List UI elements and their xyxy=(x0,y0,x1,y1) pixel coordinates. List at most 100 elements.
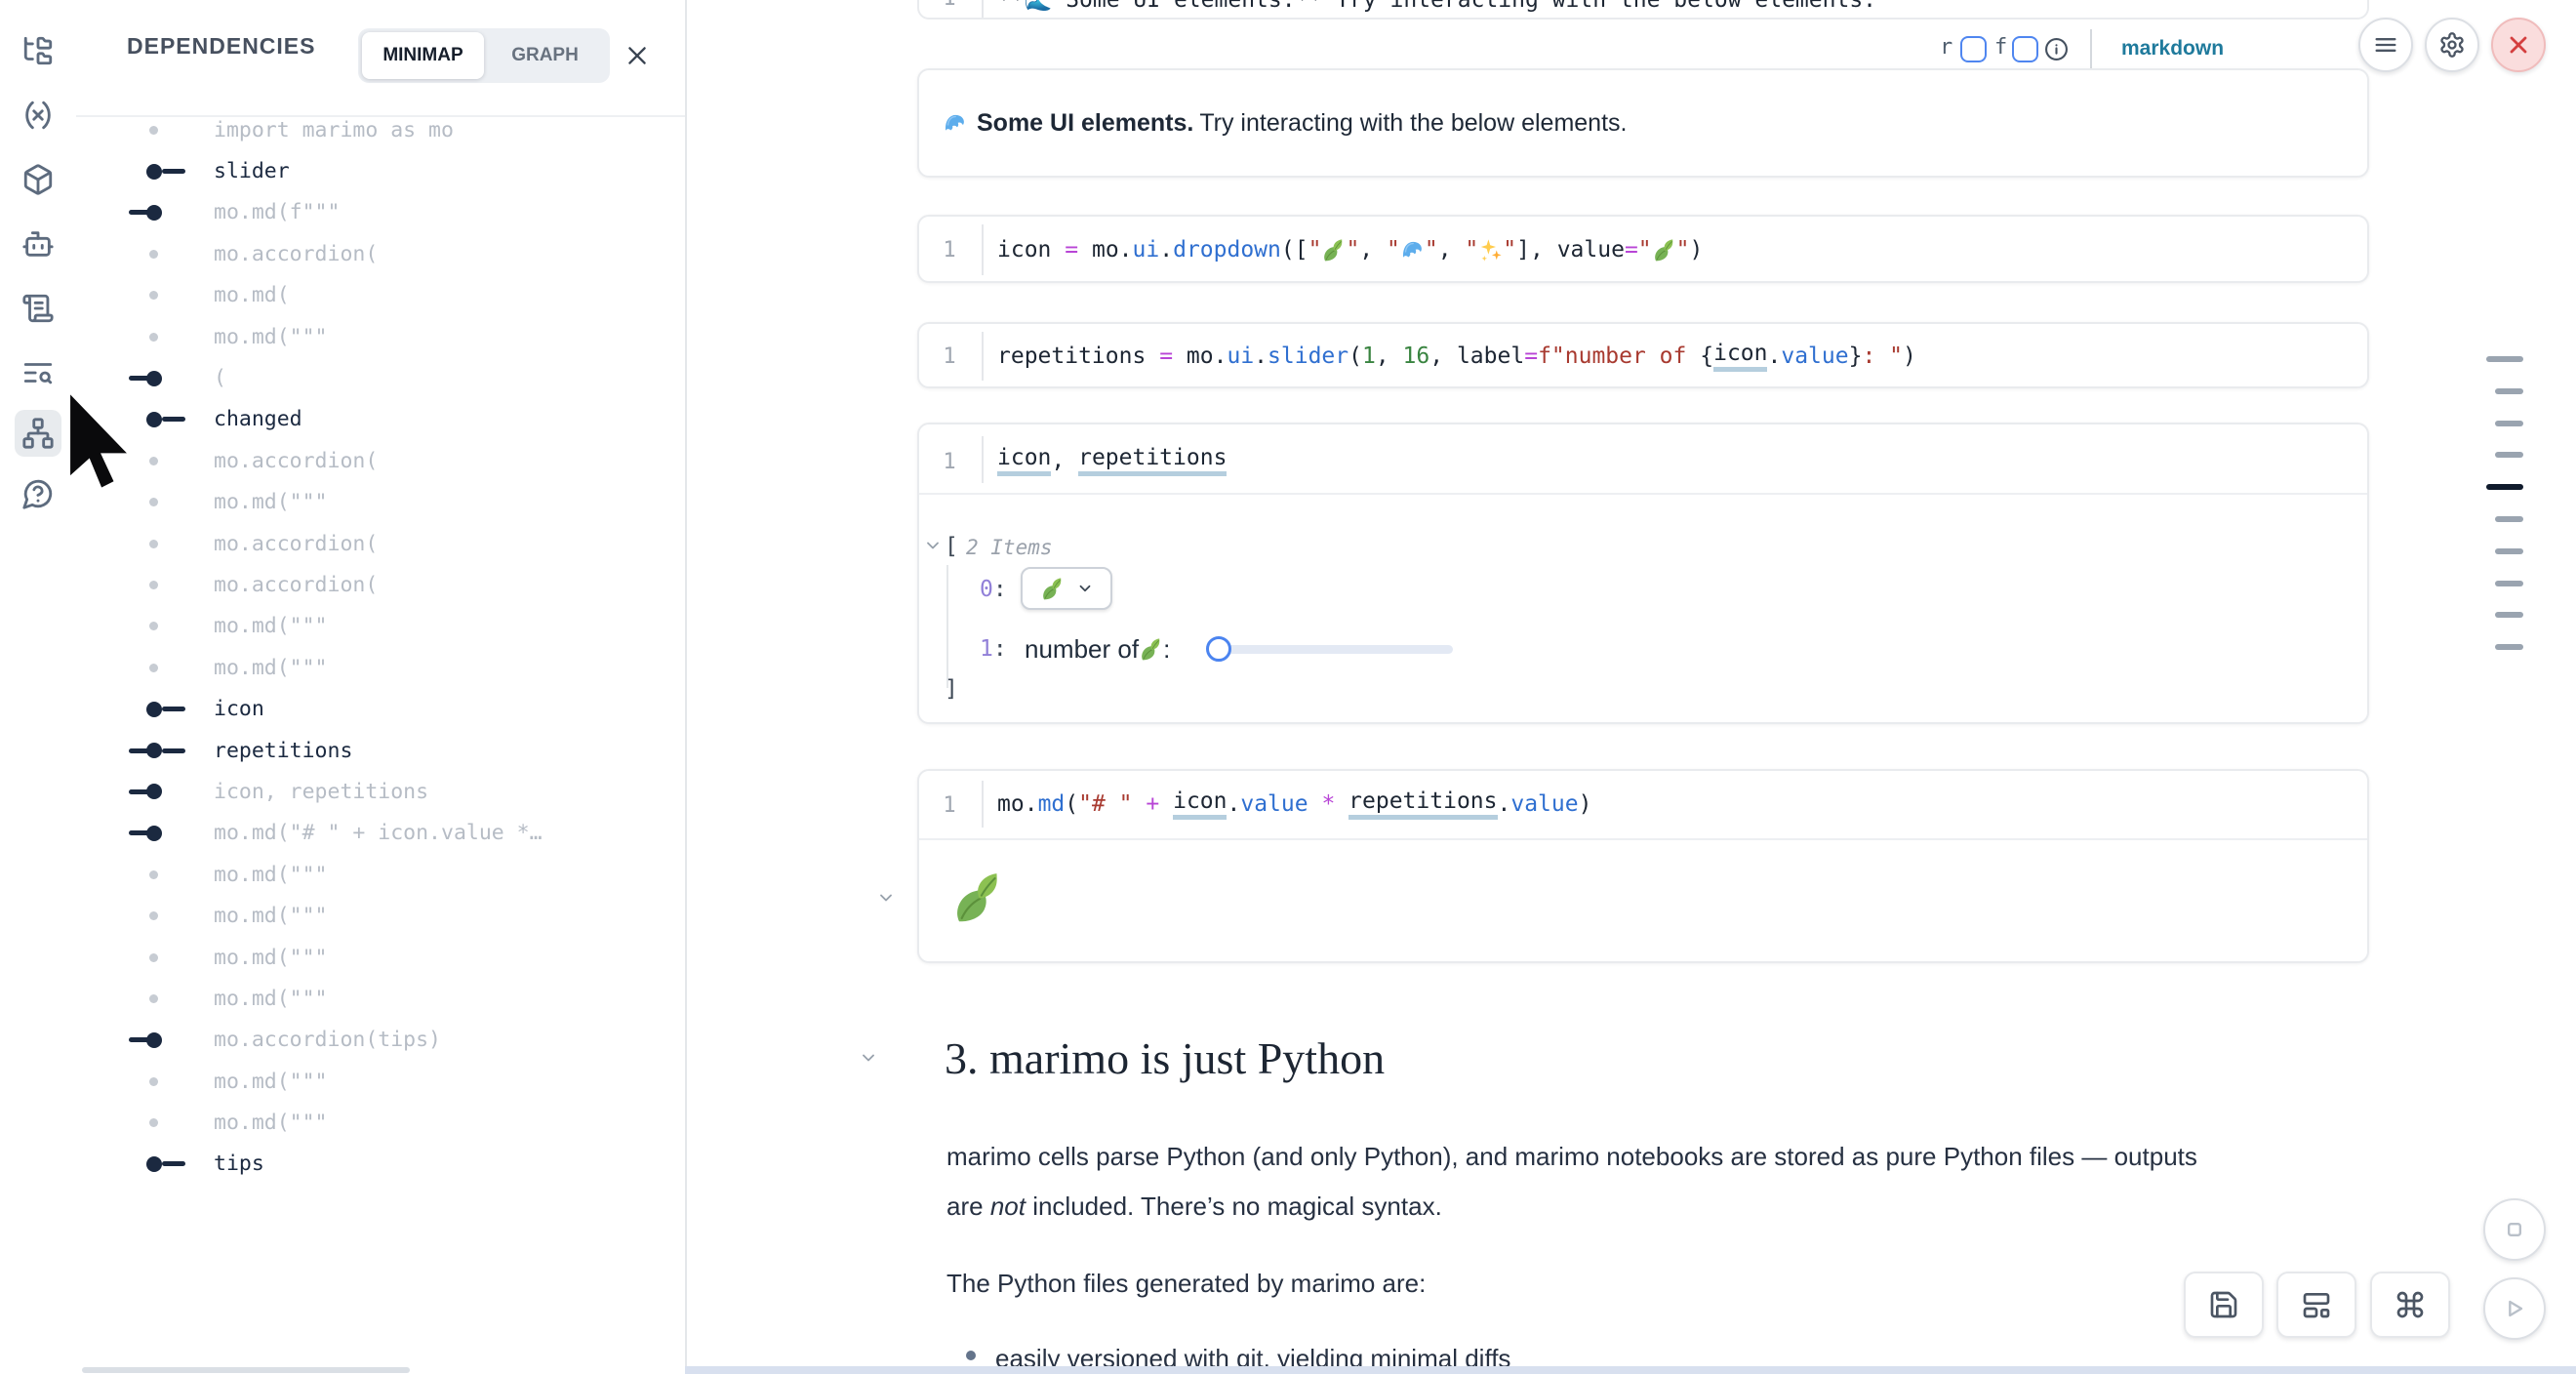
minimap-item-label: mo.accordion( xyxy=(214,532,378,556)
paragraph-line: marimo cells parse Python (and only Pyth… xyxy=(946,1142,2197,1172)
r-checkbox[interactable] xyxy=(1960,36,1987,62)
help-button[interactable] xyxy=(15,470,61,517)
minimap-item[interactable]: mo.md(""" xyxy=(76,895,685,936)
dependencies-button[interactable] xyxy=(15,410,61,457)
cell-marker-dash[interactable] xyxy=(2495,388,2523,394)
minimap-item-label: mo.md(f""" xyxy=(214,200,340,224)
minimap-item[interactable]: icon xyxy=(76,688,685,729)
documentation-button[interactable] xyxy=(15,285,61,332)
code-token: repetitions xyxy=(997,344,1146,369)
code-token: , xyxy=(1359,237,1387,263)
minimap-item[interactable]: mo.md(""" xyxy=(76,1061,685,1102)
minimap-item[interactable]: mo.accordion( xyxy=(76,564,685,605)
minimap-item[interactable]: mo.md(""" xyxy=(76,978,685,1019)
code-line[interactable]: repetitions = mo.ui.slider(1, 16, label=… xyxy=(997,324,1916,388)
section-collapse-toggle[interactable] xyxy=(859,1048,878,1071)
wave-emoji xyxy=(1400,238,1425,263)
minimap-item[interactable]: mo.md("# " + icon.value *… xyxy=(76,813,685,854)
slider-track[interactable] xyxy=(1219,645,1453,654)
minimap-item[interactable]: mo.accordion(tips) xyxy=(76,1020,685,1061)
save-button[interactable] xyxy=(2184,1272,2264,1338)
minimap-item[interactable]: ( xyxy=(76,357,685,398)
icon-rail xyxy=(0,0,78,1374)
code-token: value xyxy=(1557,237,1625,263)
minimap-item[interactable]: slider xyxy=(76,150,685,191)
minimap-item[interactable]: mo.md(""" xyxy=(76,606,685,647)
cell-marker-dash[interactable] xyxy=(2495,548,2523,554)
code-token: , xyxy=(1051,448,1078,473)
minimap-item[interactable]: import marimo as mo xyxy=(76,109,685,150)
toc-search-button[interactable] xyxy=(15,349,61,396)
cell-collapse-toggle[interactable] xyxy=(876,888,896,910)
minimap-item[interactable]: mo.md(""" xyxy=(76,482,685,523)
file-explorer-button[interactable] xyxy=(15,27,61,74)
minimap-item[interactable]: mo.accordion( xyxy=(76,523,685,564)
cell-marker-dash[interactable] xyxy=(2486,484,2523,490)
minimap-item[interactable]: mo.accordion( xyxy=(76,440,685,481)
run-button[interactable] xyxy=(2483,1277,2546,1340)
code-token: { xyxy=(1700,344,1713,369)
code-token: value xyxy=(1781,344,1848,369)
minimap-hscrollbar[interactable] xyxy=(82,1367,410,1373)
code-line[interactable]: icon, repetitions xyxy=(997,428,1227,493)
code-line[interactable]: mo.md("# " + icon.value * repetitions.va… xyxy=(997,772,1591,836)
cell-marker-dash[interactable] xyxy=(2495,452,2523,458)
minimap-item[interactable]: icon, repetitions xyxy=(76,771,685,812)
bottom-scroll-band[interactable] xyxy=(685,1366,2576,1374)
shutdown-button[interactable] xyxy=(2491,18,2546,72)
f-checkbox-label: f xyxy=(1994,35,2007,60)
minimap-item[interactable]: mo.md(""" xyxy=(76,854,685,895)
cell-marker-dash[interactable] xyxy=(2495,581,2523,586)
code-token xyxy=(1308,791,1322,817)
app-layout-button[interactable] xyxy=(2276,1272,2356,1338)
packages-button[interactable] xyxy=(15,156,61,203)
markdown-cell-editor-clipped[interactable]: 1 **🌊 Some UI elements.** Try interactin… xyxy=(917,0,2369,20)
minimap-item[interactable]: repetitions xyxy=(76,730,685,771)
f-checkbox[interactable] xyxy=(2012,36,2038,62)
minimap-item[interactable]: mo.md(f""" xyxy=(76,192,685,233)
cell-marker-dash[interactable] xyxy=(2495,421,2523,426)
minimap-item[interactable]: mo.md(""" xyxy=(76,1102,685,1143)
chevron-down-icon xyxy=(859,1048,878,1068)
cell-marker-dash[interactable] xyxy=(2495,612,2523,618)
hamburger-menu-icon xyxy=(2372,31,2399,59)
notebook-menu-button[interactable] xyxy=(2358,18,2413,72)
minimap-item[interactable]: mo.md(""" xyxy=(76,647,685,688)
panel-close-button[interactable] xyxy=(621,40,654,73)
leaf-emoji-output xyxy=(950,870,1005,925)
minimap-item[interactable]: mo.md(""" xyxy=(76,937,685,978)
minimap-item[interactable]: mo.md( xyxy=(76,275,685,316)
minimap-item-label: mo.md("# " + icon.value *… xyxy=(214,821,543,845)
line-number: 1 xyxy=(919,0,980,11)
minimap-item-label: ( xyxy=(214,366,226,390)
stop-button[interactable] xyxy=(2483,1198,2546,1261)
chevron-down-icon xyxy=(876,888,896,908)
ai-assistant-button[interactable] xyxy=(15,221,61,267)
panel-title: DEPENDENCIES xyxy=(127,33,315,60)
minimap-item[interactable]: tips xyxy=(76,1144,685,1185)
minimap-item[interactable]: changed xyxy=(76,399,685,440)
dropdown-widget[interactable] xyxy=(1021,567,1112,610)
settings-button[interactable] xyxy=(2425,18,2479,72)
minimap-item[interactable]: mo.accordion( xyxy=(76,233,685,274)
slider-handle[interactable] xyxy=(1206,636,1231,662)
tab-graph[interactable]: GRAPH xyxy=(484,32,606,79)
code-token xyxy=(1133,791,1147,817)
cell-marker-dash[interactable] xyxy=(2486,356,2523,362)
minimap-item-label: mo.md(""" xyxy=(214,1070,328,1094)
cell-marker-dash[interactable] xyxy=(2495,516,2523,522)
cell-marker-dash[interactable] xyxy=(2495,644,2523,650)
code-line[interactable]: icon = mo.ui.dropdown(["", "", ""], valu… xyxy=(997,217,1703,283)
language-label[interactable]: markdown xyxy=(2121,37,2224,61)
minimap-marker-dot xyxy=(76,109,214,150)
keyboard-shortcuts-button[interactable] xyxy=(2370,1272,2450,1338)
code-token xyxy=(1335,791,1348,817)
variables-button[interactable] xyxy=(15,92,61,139)
list-search-icon xyxy=(21,356,55,389)
info-icon[interactable] xyxy=(2044,37,2069,61)
markdown-source-line[interactable]: **🌊 Some UI elements.** Try interacting … xyxy=(997,0,1876,13)
tree-collapse-toggle[interactable] xyxy=(923,536,943,558)
tab-minimap[interactable]: MINIMAP xyxy=(362,32,484,79)
code-token: = xyxy=(1159,344,1173,369)
minimap-item[interactable]: mo.md(""" xyxy=(76,316,685,357)
